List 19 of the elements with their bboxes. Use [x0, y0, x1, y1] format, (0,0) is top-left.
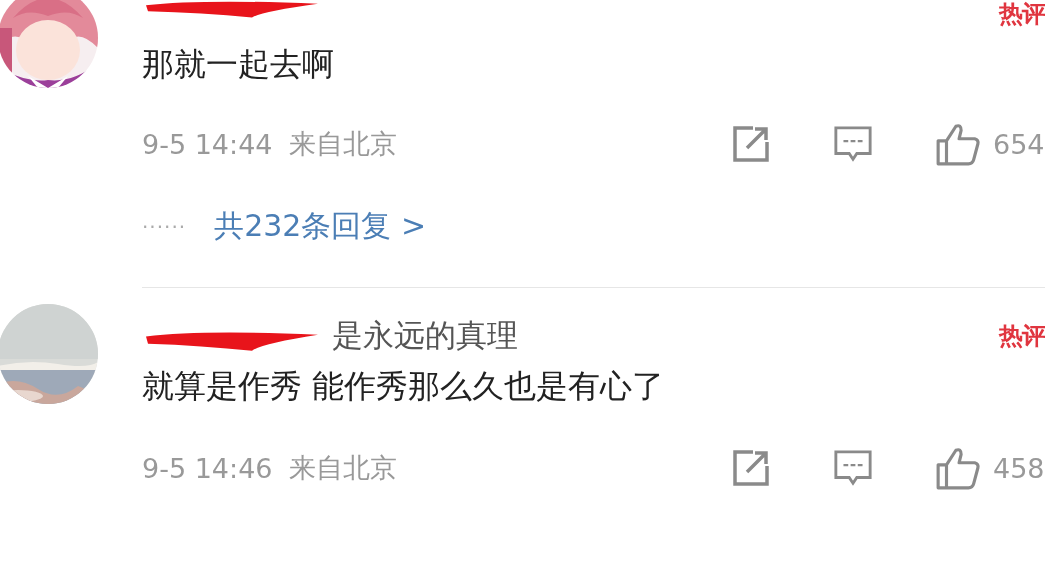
comment-icon[interactable] [833, 124, 873, 164]
comment-location: 来自北京 [288, 451, 397, 485]
comment-text: 那就一起去啊 [142, 44, 335, 84]
username[interactable]: 是永远的真理 [142, 315, 518, 357]
comment-time: 9-5 14:46 [142, 452, 273, 484]
hot-comment-label: 热评 [999, 321, 1045, 352]
comment-icon[interactable] [833, 448, 873, 488]
share-icon[interactable] [731, 124, 771, 164]
like-button[interactable]: 654 [935, 122, 1045, 166]
comment-location: 来自北京 [288, 127, 397, 161]
hot-comment-label: 热评 [999, 1, 1045, 27]
share-icon[interactable] [731, 448, 771, 488]
replies-link[interactable]: 共232条回复 > [214, 206, 427, 247]
like-button[interactable]: 458 [935, 446, 1045, 490]
comment-text: 就算是作秀 能作秀那么久也是有心了 [142, 366, 666, 406]
ellipsis-dots: ······ [142, 214, 187, 239]
comment-time: 9-5 14:44 [142, 128, 273, 160]
thumbs-up-icon [935, 446, 981, 490]
thumbs-up-icon [935, 122, 981, 166]
